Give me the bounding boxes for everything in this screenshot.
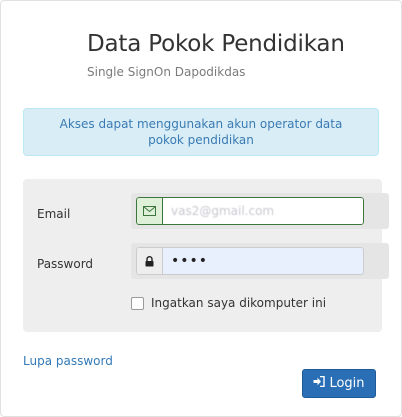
remember-me[interactable]: Ingatkan saya dikomputer ini: [131, 296, 326, 310]
alert-text: Akses dapat menggunakan akun operator da…: [59, 117, 343, 147]
remember-label: Ingatkan saya dikomputer ini: [151, 296, 327, 310]
login-label: Login: [329, 376, 365, 391]
password-value: ••••: [171, 253, 209, 269]
email-field[interactable]: vas2@gmail.com: [162, 197, 364, 225]
remember-checkbox[interactable]: [131, 296, 144, 310]
page-title: Data Pokok Pendidikan: [87, 31, 345, 57]
email-value: vas2@gmail.com: [171, 204, 275, 218]
login-card: Data Pokok Pendidikan Single SignOn Dapo…: [0, 0, 402, 417]
sign-in-icon: [313, 375, 326, 391]
envelope-icon: [136, 197, 162, 225]
password-field[interactable]: ••••: [162, 247, 364, 275]
email-label: Email: [37, 207, 71, 221]
page-subtitle: Single SignOn Dapodikdas: [87, 65, 246, 79]
lock-icon: [136, 247, 162, 275]
info-alert: Akses dapat menggunakan akun operator da…: [23, 108, 379, 156]
forgot-password-link[interactable]: Lupa password: [23, 354, 113, 368]
email-group: vas2@gmail.com: [131, 193, 389, 229]
password-label: Password: [37, 257, 94, 271]
login-button[interactable]: Login: [302, 369, 376, 398]
password-group: ••••: [131, 243, 389, 279]
login-form-panel: Email vas2@gmail.com Password •••• Ingat…: [23, 179, 389, 332]
